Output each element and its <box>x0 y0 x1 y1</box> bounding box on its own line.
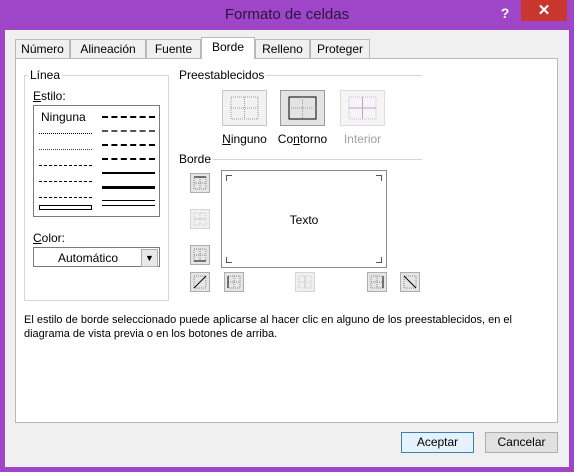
color-select-value: Automático <box>57 251 119 265</box>
border-top-button[interactable] <box>190 173 210 193</box>
line-style-option[interactable] <box>102 144 155 146</box>
border-right-button[interactable] <box>367 272 387 292</box>
presets-separator <box>265 75 422 76</box>
corner-mark <box>376 257 382 263</box>
corner-mark <box>226 257 232 263</box>
tab-alineacion[interactable]: Alineación <box>70 39 146 58</box>
tab-borde[interactable]: Borde <box>201 37 255 59</box>
tab-numero[interactable]: Número <box>15 39 70 58</box>
line-style-option[interactable] <box>102 116 155 118</box>
preset-outline-icon <box>288 96 317 120</box>
border-label: Borde <box>179 152 212 166</box>
line-style-option-selected[interactable] <box>39 205 92 210</box>
border-inside-vertical-button <box>295 272 315 292</box>
color-label: Color: <box>33 231 66 245</box>
line-style-option[interactable] <box>102 200 155 206</box>
line-style-option[interactable] <box>39 181 92 182</box>
line-style-option[interactable] <box>39 165 92 166</box>
preset-inside-icon <box>348 96 377 120</box>
accept-button[interactable]: Aceptar <box>401 432 474 453</box>
border-left-button[interactable] <box>224 272 244 292</box>
line-style-list[interactable]: Ninguna <box>33 105 160 217</box>
line-style-option[interactable] <box>39 149 92 150</box>
color-select[interactable]: Automático ▼ <box>33 247 160 267</box>
tab-proteger[interactable]: Proteger <box>310 39 370 58</box>
preset-none-icon <box>230 96 259 120</box>
border-preview[interactable]: Texto <box>221 170 387 268</box>
diagonal-down-icon <box>403 275 417 289</box>
preset-inside-button <box>340 90 385 126</box>
diagonal-up-icon <box>193 275 207 289</box>
close-button[interactable]: ✕ <box>521 0 567 21</box>
description-text: El estilo de borde seleccionado puede ap… <box>24 314 512 340</box>
line-style-option[interactable] <box>102 130 155 132</box>
line-style-option[interactable] <box>102 172 155 174</box>
border-bottom-button[interactable] <box>190 245 210 265</box>
dialog-title: Formato de celdas <box>224 6 350 23</box>
preset-outline-button[interactable] <box>280 90 325 126</box>
dialog-window: Formato de celdas ? ✕ Número Alineación … <box>0 0 574 472</box>
border-right-icon <box>370 275 384 289</box>
preset-inside-label: Interior <box>343 132 382 146</box>
preview-text: Texto <box>289 213 319 227</box>
border-bottom-icon <box>193 248 207 262</box>
line-style-none[interactable]: Ninguna <box>41 110 86 124</box>
corner-mark <box>226 175 232 181</box>
chevron-down-icon[interactable]: ▼ <box>141 249 158 267</box>
estilo-label: Estilo: <box>33 89 66 103</box>
preset-none-button[interactable] <box>222 90 267 126</box>
line-style-option[interactable] <box>102 186 155 189</box>
line-style-option[interactable] <box>39 197 92 198</box>
cancel-button[interactable]: Cancelar <box>485 432 558 453</box>
presets-label: Preestablecidos <box>179 68 265 82</box>
line-style-option[interactable] <box>102 158 155 160</box>
help-button[interactable]: ? <box>493 3 517 23</box>
linea-group-label: Línea <box>28 68 63 82</box>
border-top-icon <box>193 176 207 190</box>
borde-panel: Línea Estilo: Ninguna Color: Automático … <box>15 58 558 423</box>
preset-outline-label: Contorno <box>277 132 328 146</box>
dialog-body: Número Alineación Fuente Borde Relleno P… <box>5 30 569 467</box>
title-bar[interactable]: Formato de celdas ? ✕ <box>0 0 574 30</box>
tab-relleno[interactable]: Relleno <box>255 39 310 58</box>
border-inside-horizontal-button <box>190 209 210 229</box>
border-left-icon <box>227 275 241 289</box>
border-separator <box>213 159 422 160</box>
border-inside-horizontal-icon <box>193 212 207 226</box>
border-diagonal-down-button[interactable] <box>400 272 420 292</box>
border-inside-vertical-icon <box>298 275 312 289</box>
preset-none-label: Ninguno <box>222 132 267 146</box>
border-diagonal-up-button[interactable] <box>190 272 210 292</box>
tab-fuente[interactable]: Fuente <box>146 39 201 58</box>
corner-mark <box>376 175 382 181</box>
line-style-option[interactable] <box>39 133 92 134</box>
